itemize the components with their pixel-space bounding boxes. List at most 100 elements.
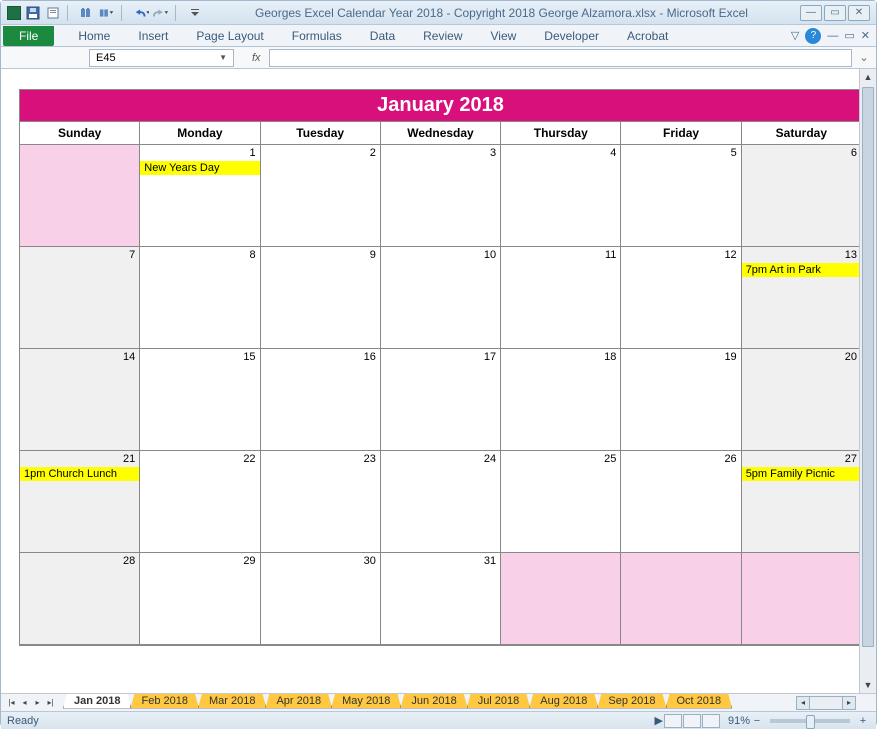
minimize-button[interactable]: — [800, 5, 822, 21]
sheet-tab[interactable]: Oct 2018 [666, 694, 733, 709]
calendar-day-cell[interactable]: 31 [381, 553, 501, 645]
calendar-day-cell[interactable]: 275pm Family Picnic [742, 451, 862, 553]
file-tab[interactable]: File [3, 26, 54, 46]
zoom-out-button[interactable]: − [750, 715, 764, 727]
calendar-day-cell[interactable]: 14 [20, 349, 140, 451]
calendar-day-cell[interactable]: 15 [140, 349, 260, 451]
tab-nav-next-icon[interactable]: ▸ [31, 696, 44, 710]
calendar-day-cell[interactable]: 30 [261, 553, 381, 645]
expand-formula-bar-icon[interactable]: ⌄ [856, 51, 872, 64]
ribbon-tab-formulas[interactable]: Formulas [278, 25, 356, 47]
hscroll-right-icon[interactable]: ▸ [842, 696, 856, 710]
calendar-day-cell[interactable]: 6 [742, 145, 862, 247]
ribbon-tab-insert[interactable]: Insert [124, 25, 182, 47]
name-box[interactable]: E45 ▼ [89, 49, 234, 67]
doc-minimize-button[interactable]: — [827, 30, 838, 42]
find-icon[interactable] [79, 5, 95, 21]
calendar-event[interactable]: 7pm Art in Park [742, 263, 861, 277]
calendar-day-cell[interactable]: 23 [261, 451, 381, 553]
calendar-day-cell[interactable]: 12 [621, 247, 741, 349]
hscroll-left-icon[interactable]: ◂ [796, 696, 810, 710]
calendar-day-cell[interactable]: 20 [742, 349, 862, 451]
macro-record-icon[interactable]: ▶ [655, 714, 663, 727]
calendar-day-cell[interactable]: 16 [261, 349, 381, 451]
ribbon-minimize-icon[interactable]: ▽ [791, 29, 799, 42]
calendar-day-cell[interactable]: 211pm Church Lunch [20, 451, 140, 553]
sheet-tab[interactable]: Apr 2018 [265, 694, 332, 709]
calendar-day-cell[interactable] [742, 553, 862, 645]
calendar-day-cell[interactable]: 4 [501, 145, 621, 247]
sheet-tab[interactable]: May 2018 [331, 694, 401, 709]
sheet-tab[interactable]: Sep 2018 [597, 694, 666, 709]
worksheet-area[interactable]: January 2018 Sunday Monday Tuesday Wedne… [1, 69, 876, 693]
doc-restore-button[interactable]: ▭ [844, 29, 854, 42]
sheet-tab[interactable]: Jul 2018 [467, 694, 531, 709]
ribbon-tab-developer[interactable]: Developer [530, 25, 613, 47]
calendar-day-cell[interactable]: 1New Years Day [140, 145, 260, 247]
calendar-day-cell[interactable]: 18 [501, 349, 621, 451]
calendar-day-cell[interactable]: 24 [381, 451, 501, 553]
scroll-down-icon[interactable]: ▼ [860, 677, 876, 693]
qat-customize-icon[interactable] [187, 5, 203, 21]
sheet-tab[interactable]: Jun 2018 [400, 694, 467, 709]
scroll-up-icon[interactable]: ▲ [860, 69, 876, 85]
name-box-dropdown-icon[interactable]: ▼ [219, 53, 227, 62]
calendar-day-cell[interactable]: 2 [261, 145, 381, 247]
close-button[interactable]: ✕ [848, 5, 870, 21]
normal-view-button[interactable] [664, 714, 682, 728]
tab-nav-last-icon[interactable]: ▸| [44, 696, 57, 710]
formula-input[interactable] [269, 49, 852, 67]
sheet-tab[interactable]: Aug 2018 [529, 694, 598, 709]
calendar-event[interactable]: New Years Day [140, 161, 259, 175]
hscroll-track[interactable] [810, 696, 842, 710]
save-icon[interactable] [25, 5, 41, 21]
calendar-event[interactable]: 5pm Family Picnic [742, 467, 861, 481]
calendar-day-cell[interactable] [501, 553, 621, 645]
find-dropdown-icon[interactable] [99, 5, 115, 21]
calendar-day-cell[interactable]: 22 [140, 451, 260, 553]
fx-label[interactable]: fx [248, 52, 265, 64]
calendar-day-cell[interactable]: 29 [140, 553, 260, 645]
help-icon[interactable]: ? [805, 28, 821, 44]
scrollbar-thumb[interactable] [862, 87, 874, 647]
calendar-day-cell[interactable] [20, 145, 140, 247]
calendar-event[interactable]: 1pm Church Lunch [20, 467, 139, 481]
undo-icon[interactable] [133, 5, 149, 21]
ribbon-tab-page-layout[interactable]: Page Layout [182, 25, 277, 47]
doc-close-button[interactable]: ✕ [861, 29, 870, 42]
zoom-in-button[interactable]: + [856, 715, 870, 727]
print-preview-icon[interactable] [45, 5, 61, 21]
redo-icon[interactable] [153, 5, 169, 21]
sheet-tab[interactable]: Feb 2018 [130, 694, 198, 709]
calendar-day-cell[interactable]: 137pm Art in Park [742, 247, 862, 349]
calendar-day-cell[interactable] [621, 553, 741, 645]
ribbon-tab-review[interactable]: Review [409, 25, 476, 47]
ribbon-tab-view[interactable]: View [477, 25, 531, 47]
calendar-day-cell[interactable]: 9 [261, 247, 381, 349]
calendar-day-cell[interactable]: 28 [20, 553, 140, 645]
calendar-day-cell[interactable]: 7 [20, 247, 140, 349]
zoom-level[interactable]: 91% [728, 715, 750, 727]
calendar-day-cell[interactable]: 26 [621, 451, 741, 553]
calendar-day-cell[interactable]: 5 [621, 145, 741, 247]
tab-nav-first-icon[interactable]: |◂ [5, 696, 18, 710]
calendar-day-cell[interactable]: 17 [381, 349, 501, 451]
calendar-day-cell[interactable]: 25 [501, 451, 621, 553]
page-layout-view-button[interactable] [683, 714, 701, 728]
ribbon-tab-data[interactable]: Data [356, 25, 409, 47]
maximize-button[interactable]: ▭ [824, 5, 846, 21]
calendar-day-cell[interactable]: 11 [501, 247, 621, 349]
tab-nav-prev-icon[interactable]: ◂ [18, 696, 31, 710]
calendar-day-cell[interactable]: 8 [140, 247, 260, 349]
vertical-scrollbar[interactable]: ▲ ▼ [859, 69, 876, 693]
sheet-tab[interactable]: Mar 2018 [198, 694, 266, 709]
calendar-day-cell[interactable]: 3 [381, 145, 501, 247]
calendar-day-cell[interactable]: 19 [621, 349, 741, 451]
horizontal-scrollbar[interactable]: ◂ ▸ [796, 696, 856, 710]
zoom-slider[interactable] [770, 719, 850, 723]
page-break-view-button[interactable] [702, 714, 720, 728]
ribbon-tab-home[interactable]: Home [64, 25, 124, 47]
ribbon-tab-acrobat[interactable]: Acrobat [613, 25, 682, 47]
calendar-day-cell[interactable]: 10 [381, 247, 501, 349]
sheet-tab[interactable]: Jan 2018 [63, 694, 131, 709]
